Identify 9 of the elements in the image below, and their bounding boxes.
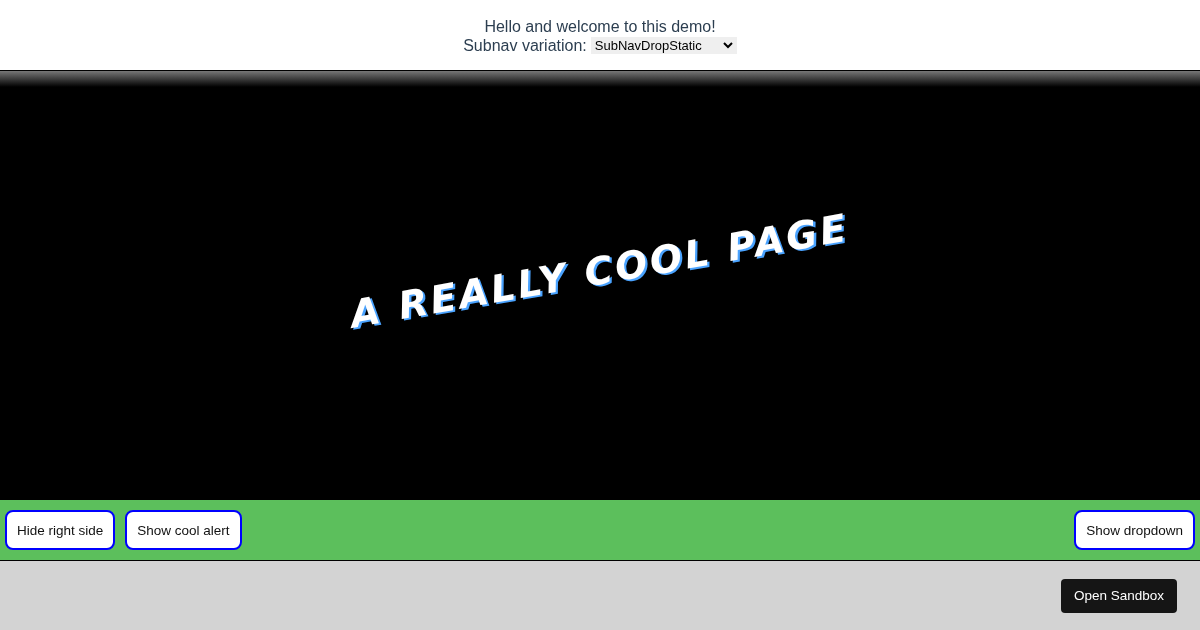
subnav-label: Subnav variation:: [463, 36, 587, 55]
subnav-dropdown[interactable]: SubNavDropStatic: [590, 37, 737, 54]
open-sandbox-button[interactable]: Open Sandbox: [1060, 578, 1177, 613]
action-button[interactable]: Show cool alert: [125, 510, 242, 550]
action-button[interactable]: Hide right side: [5, 510, 116, 550]
welcome-text: Hello and welcome to this demo!: [484, 17, 716, 36]
action-button[interactable]: Show dropdown: [1074, 510, 1195, 550]
chevron-icon: [722, 42, 733, 49]
page-title: A REALLY COOL PAGE: [347, 204, 853, 337]
